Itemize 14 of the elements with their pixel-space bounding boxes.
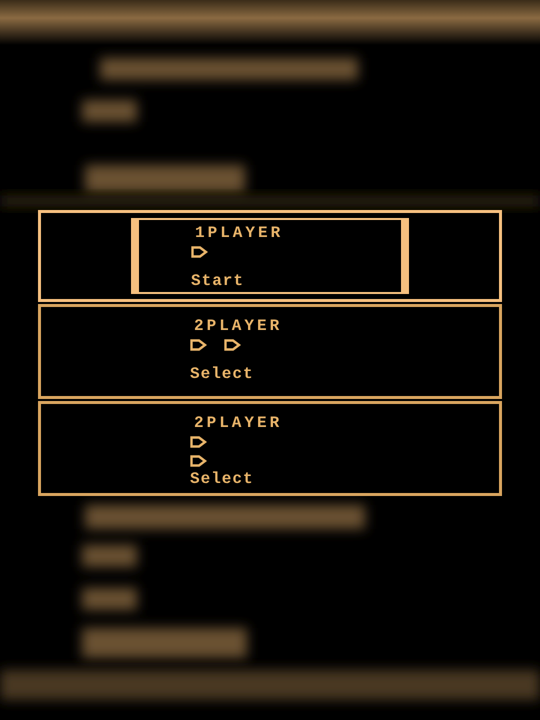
option-action: Start bbox=[191, 272, 246, 290]
menu-option[interactable]: 1PLAYER Start bbox=[38, 210, 502, 302]
arrow-icon bbox=[190, 339, 207, 351]
menu-option[interactable]: 2PLAYER Select bbox=[38, 304, 502, 399]
menu-option[interactable]: 2PLAYER Select bbox=[38, 401, 502, 496]
arrow-icon bbox=[190, 436, 207, 448]
option-action: Select bbox=[190, 470, 255, 488]
arrow-icon bbox=[191, 246, 208, 258]
option-title: 2PLAYER bbox=[193, 317, 284, 335]
option-title: 2PLAYER bbox=[193, 414, 284, 432]
arrow-icon bbox=[190, 455, 207, 467]
option-title: 1PLAYER bbox=[194, 224, 284, 242]
arrow-icon bbox=[224, 339, 241, 351]
option-action: Select bbox=[190, 365, 255, 383]
